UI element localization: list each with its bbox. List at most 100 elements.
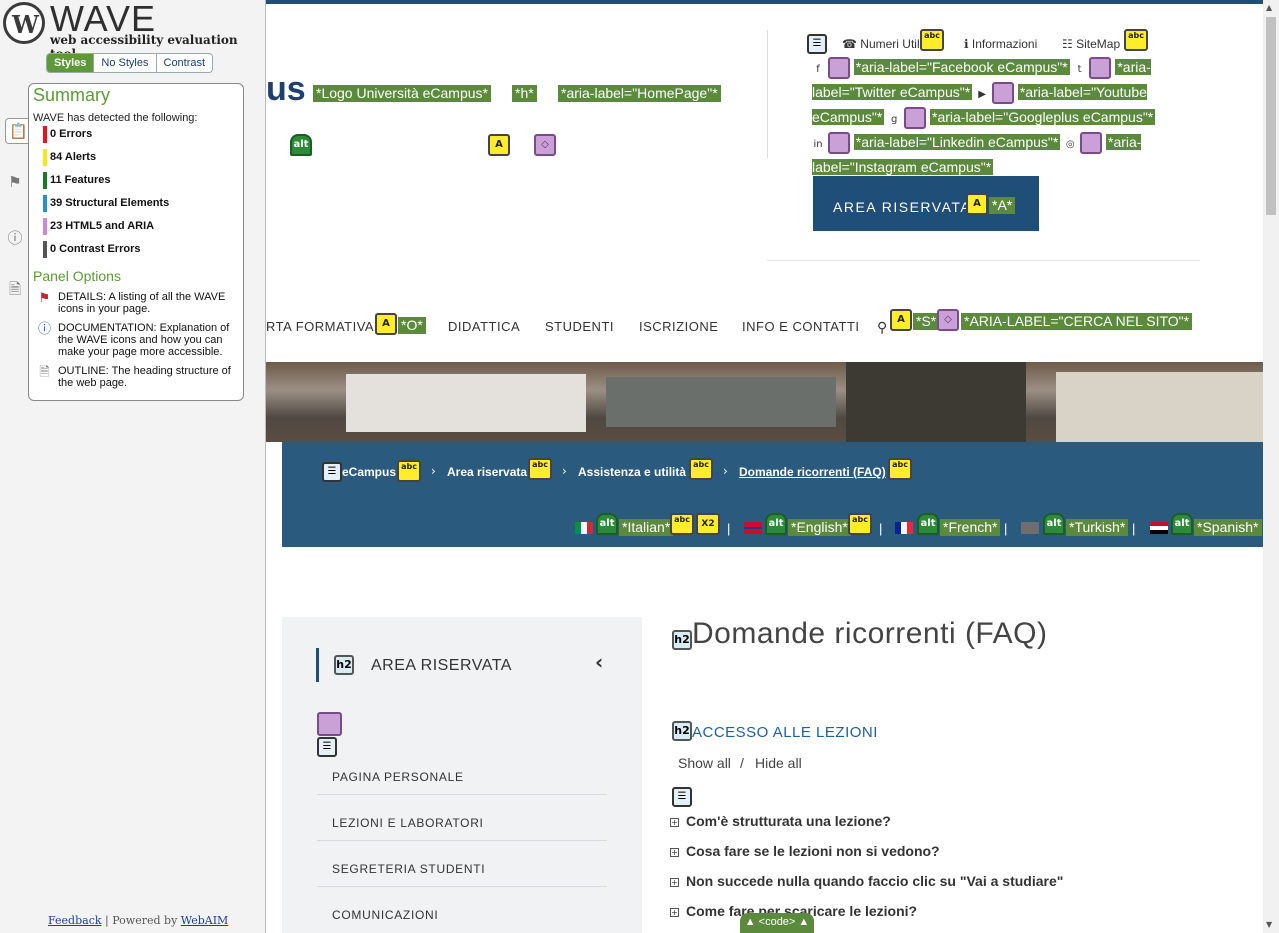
browser-viewport: W WAVE web accessibility evaluation tool… [0,0,1279,933]
accesskey-icon: A [966,193,988,215]
expand-plus-icon: + [670,848,679,857]
nav-didattica[interactable]: DIDATTICA [448,319,520,334]
sidebar-item-label: LEZIONI E LABORATORI [332,816,484,830]
sidebar-item-pagina-personale[interactable]: PAGINA PERSONALE [317,770,607,816]
tab-contrast[interactable]: Contrast [157,54,213,72]
top-accent-line [266,0,1279,4]
details-flag-icon[interactable]: ⚑ [7,173,23,191]
offerta-accesskey-label: *O* [398,317,426,334]
spanish-flag-icon[interactable] [1150,522,1168,534]
french-alt-label: *French* [940,519,1001,536]
alt-text-icon: alt [917,513,939,535]
panel-option[interactable]: 🗎 OUTLINE: The heading structure of the w… [29,365,243,389]
breadcrumb-chevron-icon: › [431,464,436,478]
count-row: 39 Structural Elements [29,195,243,216]
count-color-bar [43,172,47,189]
aria-tag-icon [904,107,927,130]
feedback-link[interactable]: Feedback [48,914,102,927]
count-row: 84 Alerts [29,149,243,170]
spanish-alt-label: *Spanish* [1194,519,1262,536]
documentation-info-icon[interactable]: ⓘ [7,227,23,247]
sidebar-item-label: COMUNICAZIONI [332,908,439,922]
turkish-flag-icon[interactable] [1021,522,1039,534]
show-all-link[interactable]: Show all [678,755,731,771]
numeri-utili-link[interactable]: ☎ Numeri Utili [842,37,922,51]
sidebar-item-segreteria[interactable]: SEGRETERIA STUDENTI [317,862,607,908]
search-icon[interactable]: ⚲ [877,319,888,336]
webaim-link[interactable]: WebAIM [181,914,229,927]
count-label: 23 HTML5 and ARIA [50,220,155,232]
flag-icon: ⚑ [38,291,51,306]
alt-text-icon: alt [1043,513,1065,535]
italian-flag-icon[interactable] [575,522,593,534]
wave-code-toggle[interactable]: ▲ <code> ▲ [740,913,814,933]
hero-building-dark [846,362,1026,442]
faq-question: Non succede nulla quando faccio clic su … [686,873,1064,889]
ecampus-page: us *Logo Università eCampus* *h* *aria-l… [266,0,1279,933]
informazioni-link[interactable]: ℹ Informazioni [964,37,1037,51]
aria-tag-icon [827,132,850,155]
faq-item[interactable]: + Cosa fare se le lezioni non si vedono? [670,843,940,859]
sidebar-item-lezioni[interactable]: LEZIONI E LABORATORI [317,816,607,862]
abc-alert-icon: abc [1124,29,1148,51]
panel-option-text: DETAILS: A listing of all the WAVE icons… [58,291,226,315]
nav-offerta-formativa[interactable]: RTA FORMATIVA [266,319,374,334]
breadcrumb-ecampus[interactable]: eCampus [342,465,396,479]
expand-plus-icon: + [670,818,679,827]
breadcrumb-area-riservata[interactable]: Area riservata [447,465,527,479]
wave-logo: W [3,2,45,44]
sitemap-link[interactable]: ☷ SiteMap [1062,37,1120,51]
aria-tag-icon: ◇ [937,309,959,331]
language-separator: | [727,521,731,536]
googleplus-icon[interactable]: g [888,114,900,125]
tab-no-styles[interactable]: No Styles [94,54,157,72]
language-separator: | [879,521,883,536]
faq-item[interactable]: + Com'è strutturata una lezione? [670,813,891,829]
breadcrumb-assistenza[interactable]: Assistenza e utilità [578,465,686,479]
aria-landmark-icon [317,712,342,736]
twitter-icon[interactable]: t [1074,64,1086,75]
aria-tag-icon [827,57,850,80]
h2-heading-icon: h2 [672,721,692,741]
language-separator: | [1004,521,1008,536]
tab-styles[interactable]: Styles [47,54,95,72]
hide-all-link[interactable]: Hide all [755,755,802,771]
sidebar-accent-bar [316,648,319,682]
count-label: 0 Contrast Errors [50,243,141,255]
youtube-icon[interactable]: ▶ [976,89,988,100]
faq-item[interactable]: + Non succede nulla quando faccio clic su… [670,873,1063,889]
english-flag-icon[interactable] [744,522,762,534]
breadcrumb-faq-current[interactable]: Domande ricorrenti (FAQ) [739,465,886,479]
count-label: 11 Features [50,174,111,186]
french-flag-icon[interactable] [895,522,913,534]
facebook-icon[interactable]: f [812,64,824,75]
alt-text-icon: alt [596,513,618,535]
instagram-icon[interactable]: ◎ [1064,139,1076,150]
expand-plus-icon: + [670,908,679,917]
page-scrollbar[interactable]: ▲ ▼ [1263,0,1279,933]
list-structure-icon: ☰ [807,34,827,54]
nav-studenti[interactable]: STUDENTI [545,319,614,334]
aria-tag-icon [1089,57,1112,80]
area-riservata-sidebar: h2 AREA RISERVATA ‹ ☰ PAGINA PERSONALE L… [282,617,642,933]
collapse-chevron-icon[interactable]: ‹ [595,650,603,674]
panel-option[interactable]: ⚑ DETAILS: A listing of all the WAVE icon… [29,291,243,315]
scrollbar-thumb[interactable] [1266,17,1276,215]
search-accesskey-label: *S* [913,313,940,330]
outline-document-icon[interactable]: 🗎 [7,279,23,298]
show-hide-separator: / [740,755,744,771]
abc-alert-icon: abc [888,458,912,480]
sitemap-label: SiteMap [1076,37,1121,51]
panel-options-list: ⚑ DETAILS: A listing of all the WAVE icon… [29,291,243,389]
homepage-aria-label: *aria-label="HomePage"* [558,85,721,102]
nav-iscrizione[interactable]: ISCRIZIONE [639,319,718,334]
scroll-up-icon[interactable]: ▲ [1266,3,1272,12]
ecampus-logo[interactable]: us [266,70,306,109]
nav-info-contatti[interactable]: INFO E CONTATTI [742,319,860,334]
summary-panel: Summary WAVE has detected the following:… [28,83,244,401]
linkedin-icon[interactable]: in [812,139,824,150]
sidebar-item-comunicazioni[interactable]: COMUNICAZIONI [332,908,606,933]
hero-building-facade [1056,372,1263,442]
panel-option[interactable]: ⓘ DOCUMENTATION: Explanation of the WAVE … [29,322,243,358]
scroll-down-icon[interactable]: ▼ [1266,920,1272,929]
